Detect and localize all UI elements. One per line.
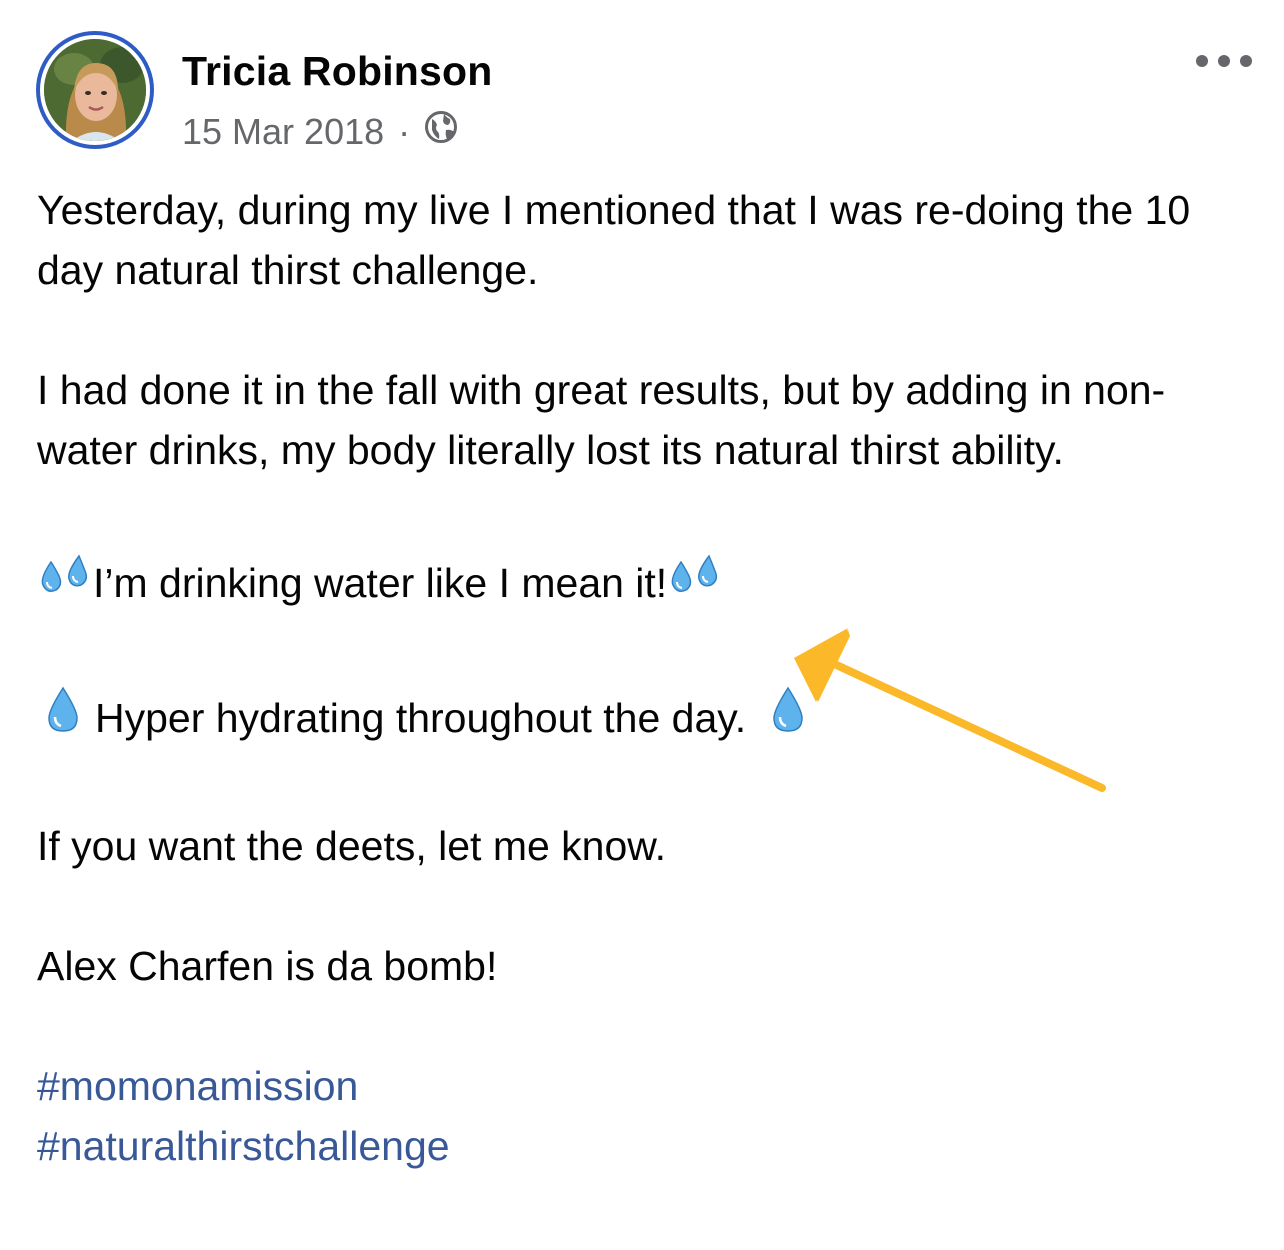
post-paragraph-emoji-line: I’m drinking water like I mean it! [37,552,1257,614]
hashtag-link[interactable]: #momonamission [37,1056,1257,1116]
globe-icon [424,110,458,153]
sweat-droplets-icon [667,552,723,614]
droplet-icon [770,686,806,750]
post-paragraph: I’m drinking water like I mean it! [93,560,668,606]
author-avatar[interactable] [36,31,154,149]
post-date[interactable]: 15 Mar 2018 [182,111,384,153]
ellipsis-icon[interactable] [1196,46,1252,76]
author-name[interactable]: Tricia Robinson [182,48,493,95]
meta-separator: · [398,110,411,152]
post-paragraph: Hyper hydrating throughout the day. [95,695,747,741]
avatar-photo [44,39,146,141]
droplet-icon [45,686,81,750]
post-paragraph: Alex Charfen is da bomb! [37,943,498,989]
sweat-droplets-icon [37,552,93,614]
post-meta: 15 Mar 2018 · [182,110,458,153]
post-paragraph: If you want the deets, let me know. [37,823,667,869]
avatar-portrait-icon [44,39,146,141]
post-paragraph: I had done it in the fall with great res… [37,367,1166,473]
post-paragraph-emoji-line: Hyper hydrating throughout the day. [37,686,1257,750]
hashtag-link[interactable]: #naturalthirstchallenge [37,1116,1257,1176]
post-body: Yesterday, during my live I mentioned th… [37,180,1257,1176]
post-paragraph: Yesterday, during my live I mentioned th… [37,187,1191,293]
